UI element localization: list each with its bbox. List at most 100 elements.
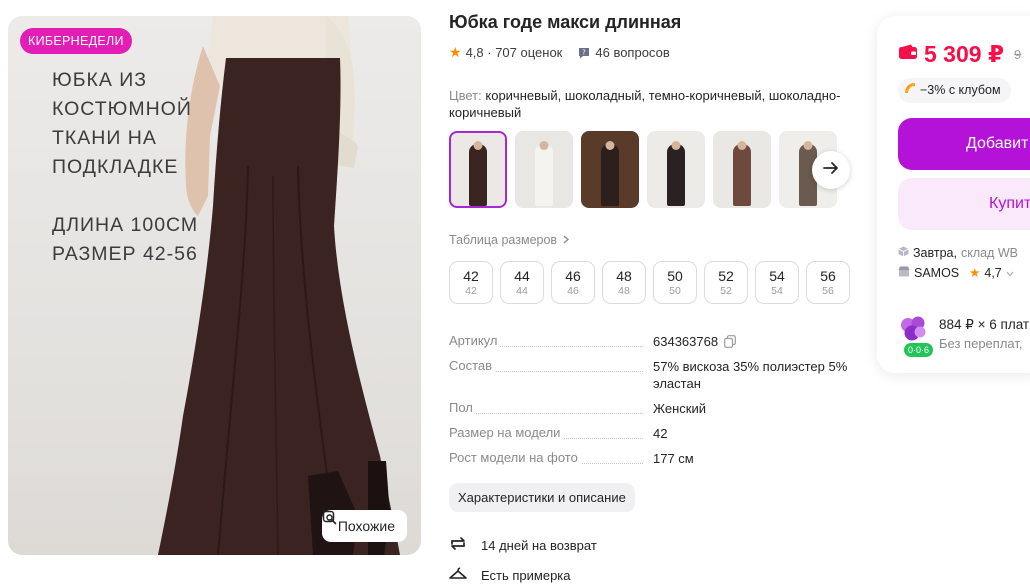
thumbnail-figure-head: [539, 141, 549, 150]
return-arrows-icon: [449, 535, 467, 555]
fitting-label: Есть примерка: [481, 568, 571, 583]
size-value: 56: [820, 268, 836, 284]
size-option[interactable]: 56 56: [806, 261, 850, 304]
size-option[interactable]: 50 50: [653, 261, 697, 304]
article-value: 634363768: [653, 334, 719, 349]
size-table-label: Таблица размеров: [449, 233, 558, 247]
thumbnail-figure: [535, 144, 553, 206]
club-label: −3% с клубом: [920, 83, 1001, 97]
box-icon: [898, 246, 909, 260]
size-option[interactable]: 52 52: [704, 261, 748, 304]
photo-overlay-text: ЮБКА ИЗ КОСТЮМНОЙ ТКАНИ НА ПОДКЛАДКЕ ДЛИ…: [52, 66, 222, 269]
thumbnail-figure: [733, 144, 751, 206]
buy-now-button[interactable]: Купит: [898, 178, 1030, 230]
gender-value: Женский: [653, 401, 706, 416]
star-icon: ★: [449, 44, 462, 60]
size-option[interactable]: 42 42: [449, 261, 493, 304]
color-thumbnail[interactable]: [713, 131, 771, 208]
spec-row-model-size: Размер на модели 42: [449, 425, 849, 450]
color-thumbnails: [449, 131, 837, 208]
size-ru-value: 50: [669, 285, 681, 297]
chevron-right-icon: [563, 233, 570, 247]
composition-value: 57% вискоза 35% полиэстер 5% эластан: [653, 359, 848, 391]
arrow-right-icon: [823, 161, 839, 180]
old-price: 9: [1013, 47, 1022, 62]
color-thumbnail[interactable]: [515, 131, 573, 208]
size-ru-value: 52: [720, 285, 732, 297]
thumbnail-figure-head: [803, 141, 813, 150]
thumbnail-figure-head: [473, 141, 483, 150]
size-value: 44: [514, 268, 530, 284]
color-line: Цвет: коричневый, шоколадный, темно-кори…: [449, 87, 869, 121]
size-option[interactable]: 46 46: [551, 261, 595, 304]
questions-count[interactable]: 46 вопросов: [595, 45, 669, 60]
size-option[interactable]: 54 54: [755, 261, 799, 304]
size-ru-value: 42: [465, 285, 477, 297]
size-ru-value: 54: [771, 285, 783, 297]
size-value: 50: [667, 268, 683, 284]
return-label: 14 дней на возврат: [481, 537, 597, 553]
return-feature: 14 дней на возврат: [449, 535, 597, 555]
thumbnail-figure-head: [671, 141, 681, 150]
price-row: 5 309 ₽ 9: [898, 41, 1021, 68]
installment-badge: 0·0·6: [904, 343, 934, 357]
questions-icon: ?: [578, 47, 590, 59]
color-label: Цвет:: [449, 88, 482, 103]
size-table-link[interactable]: Таблица размеров: [449, 233, 570, 247]
rating-row: ★ 4,8 · 707 оценок ? 46 вопросов: [449, 44, 670, 61]
rating-value[interactable]: 4,8: [466, 45, 484, 60]
color-thumbnail[interactable]: [647, 131, 705, 208]
club-gradient-icon: [904, 78, 916, 103]
size-option[interactable]: 48 48: [602, 261, 646, 304]
seller-name: SAMOS: [914, 265, 960, 280]
color-value: коричневый, шоколадный, темно-коричневый…: [449, 88, 841, 120]
size-value: 46: [565, 268, 581, 284]
overlay-line: КОСТЮМНОЙ: [52, 98, 192, 120]
size-value: 48: [616, 268, 632, 284]
size-value: 52: [718, 268, 734, 284]
reviews-count[interactable]: · 707 оценок: [487, 45, 562, 60]
similar-button[interactable]: Похожие: [321, 510, 407, 542]
specs-table: Артикул 634363768 Состав 57% вискоза 35%…: [449, 333, 849, 475]
size-ru-value: 56: [822, 285, 834, 297]
thumbnails-next-button[interactable]: [812, 151, 850, 189]
color-thumbnail[interactable]: [449, 131, 507, 208]
spec-row-model-height: Рост модели на фото 177 см: [449, 450, 849, 475]
size-value: 54: [769, 268, 785, 284]
club-discount-badge[interactable]: −3% с клубом: [898, 78, 1011, 103]
installment-note: Без переплат,: [939, 336, 1023, 351]
seller-info[interactable]: SAMOS ★ 4,7: [898, 265, 1014, 280]
price: 5 309 ₽: [924, 41, 1004, 67]
spec-key: Артикул: [449, 333, 501, 348]
characteristics-button[interactable]: Характеристики и описание: [449, 483, 635, 512]
thumbnail-figure: [469, 144, 487, 206]
product-photo[interactable]: КИБЕРНЕДЕЛИ ЮБКА ИЗ КОСТЮМНОЙ ТКАНИ НА П…: [8, 16, 421, 555]
seller-rating: 4,7: [984, 265, 1002, 280]
chevron-down-icon: [1006, 266, 1014, 280]
svg-text:?: ?: [583, 48, 587, 56]
color-thumbnail[interactable]: [581, 131, 639, 208]
shop-icon: [898, 266, 910, 280]
size-option[interactable]: 44 44: [500, 261, 544, 304]
delivery-info: Завтра, склад WB: [898, 246, 1018, 260]
thumbnail-figure: [667, 144, 685, 206]
size-value: 42: [463, 268, 479, 284]
size-selector: 42 42 44 44 46 46 48 48 50 50 52 52 54 54 56 56: [449, 261, 850, 304]
overlay-line: ЮБКА ИЗ: [52, 69, 148, 91]
spec-key: Рост модели на фото: [449, 450, 581, 465]
spec-key: Пол: [449, 400, 476, 415]
promo-badge: КИБЕРНЕДЕЛИ: [20, 28, 132, 54]
fitting-feature: Есть примерка: [449, 567, 571, 584]
model-size-value: 42: [653, 426, 668, 441]
spec-key: Размер на модели: [449, 425, 564, 440]
spec-row-gender: Пол Женский: [449, 400, 849, 425]
size-ru-value: 44: [516, 285, 528, 297]
spec-key: Состав: [449, 358, 496, 373]
thumbnail-figure-head: [605, 141, 615, 150]
product-title: Юбка годе макси длинная: [449, 12, 682, 32]
add-to-cart-button[interactable]: Добавит: [898, 118, 1030, 170]
delivery-warehouse: склад WB: [960, 246, 1018, 260]
overlay-line: ТКАНИ НА: [52, 127, 157, 149]
overlay-line: РАЗМЕР 42-56: [52, 243, 198, 265]
copy-icon[interactable]: [724, 335, 736, 352]
